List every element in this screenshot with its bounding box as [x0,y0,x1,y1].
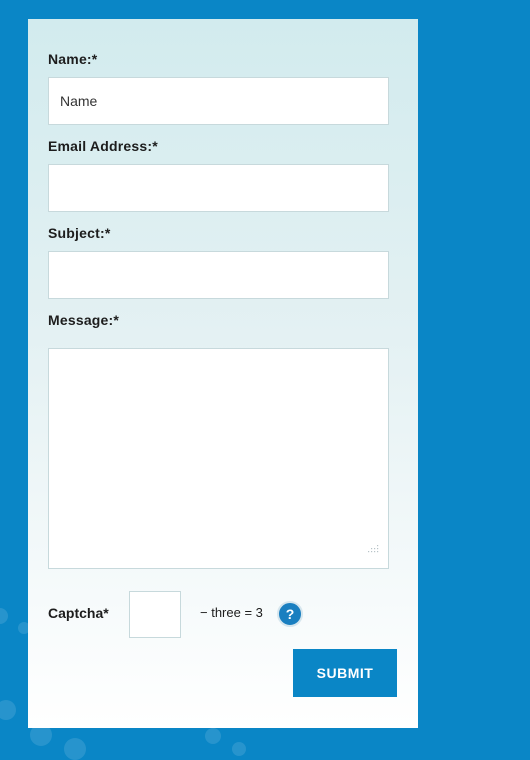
background-bubble [232,742,246,756]
subject-input[interactable] [48,251,389,299]
email-input[interactable] [48,164,389,212]
background-bubble [0,700,16,720]
background-bubble [205,728,221,744]
background-bubble [64,738,86,760]
background-bubble [0,608,8,624]
name-input[interactable] [48,77,389,125]
message-label: Message:* [48,312,120,328]
captcha-equation: − three = 3 [200,605,263,620]
email-label: Email Address:* [48,138,158,154]
name-label: Name:* [48,51,98,67]
message-textarea[interactable] [48,348,389,569]
resize-grip-icon[interactable] [368,544,380,554]
help-icon[interactable]: ? [277,601,303,627]
submit-button[interactable]: SUBMIT [293,649,397,697]
subject-label: Subject:* [48,225,111,241]
captcha-label: Captcha* [48,605,109,621]
captcha-input[interactable] [129,591,181,638]
contact-form: Name:* Email Address:* Subject:* Message… [28,19,418,728]
